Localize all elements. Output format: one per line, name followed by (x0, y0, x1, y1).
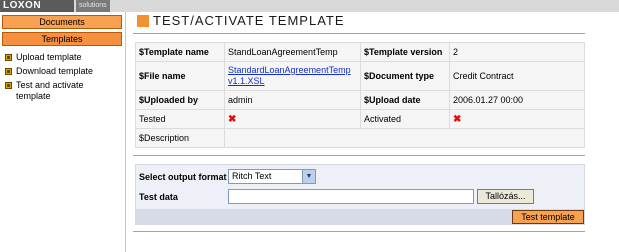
sidebar-item-label[interactable]: Download template (16, 66, 93, 77)
loxon-logo: LOXON (0, 0, 74, 12)
document-type-value: Credit Contract (449, 61, 585, 91)
upload-date-value: 2006.01.27 00:00 (449, 90, 585, 110)
activated-cross-icon: ✖ (453, 113, 462, 125)
test-form: Select output format Ritch Text ▼ Test d… (135, 164, 585, 225)
sidebar-button-templates[interactable]: Templates (2, 32, 122, 46)
title-square-icon (137, 15, 149, 27)
chevron-down-icon[interactable]: ▼ (302, 170, 315, 183)
table-row: $File name StandardLoanAgreementTemp v1.… (135, 61, 585, 91)
file-name-label: $File name (135, 61, 225, 91)
bullet-icon (5, 54, 12, 61)
activated-label: Activated (360, 109, 450, 129)
template-name-value: StandLoanAgreementTemp (224, 42, 361, 62)
sidebar-item-label[interactable]: Upload template (16, 52, 82, 63)
uploaded-by-value: admin (224, 90, 361, 110)
template-version-label: $Template version (360, 42, 450, 62)
upload-date-label: $Upload date (360, 90, 450, 110)
test-data-input[interactable] (228, 189, 474, 204)
bullet-icon (5, 82, 12, 89)
sidebar-item-test-activate-template[interactable]: Test and activate template (4, 80, 122, 102)
page-title: TEST/ACTIVATE TEMPLATE (153, 13, 345, 28)
bullet-icon (5, 68, 12, 75)
test-template-button[interactable]: Test template (512, 210, 584, 224)
template-name-label: $Template name (135, 42, 225, 62)
top-bar: LOXON solutions (0, 0, 619, 12)
description-label: $Description (135, 128, 225, 148)
table-row: $Uploaded by admin $Upload date 2006.01.… (135, 90, 585, 110)
browse-button[interactable]: Tallózás... (477, 189, 534, 204)
document-type-label: $Document type (360, 61, 450, 91)
table-row: $Description (135, 128, 585, 148)
sidebar-divider (125, 12, 126, 252)
output-format-label: Select output format (139, 172, 227, 182)
activated-cell: ✖ (449, 109, 585, 129)
output-format-value: Ritch Text (232, 171, 272, 181)
table-row: Tested ✖ Activated ✖ (135, 109, 585, 129)
table-row: $Template name StandLoanAgreementTemp $T… (135, 42, 585, 62)
tested-label: Tested (135, 109, 225, 129)
output-format-select[interactable]: Ritch Text ▼ (228, 169, 316, 184)
file-name-link[interactable]: StandardLoanAgreementTemp v1.1.XSL (228, 65, 351, 86)
template-version-value: 2 (449, 42, 585, 62)
logo-subtitle: solutions (76, 0, 110, 12)
sidebar-menu: Upload template Download template Test a… (4, 52, 122, 105)
uploaded-by-label: $Uploaded by (135, 90, 225, 110)
title-divider (133, 33, 585, 34)
tested-cross-icon: ✖ (228, 113, 237, 125)
tested-cell: ✖ (224, 109, 361, 129)
sidebar-item-download-template[interactable]: Download template (4, 66, 122, 77)
bottom-divider (133, 231, 585, 232)
test-data-label: Test data (139, 192, 178, 202)
sidebar-item-label[interactable]: Test and activate template (16, 80, 116, 102)
template-info-table: $Template name StandLoanAgreementTemp $T… (135, 42, 585, 148)
sidebar-item-upload-template[interactable]: Upload template (4, 52, 122, 63)
section-divider (133, 155, 585, 156)
description-value (224, 128, 585, 148)
sidebar: Documents Templates Upload template Down… (0, 12, 124, 252)
file-name-cell: StandardLoanAgreementTemp v1.1.XSL (224, 61, 361, 91)
sidebar-button-documents[interactable]: Documents (2, 15, 122, 29)
